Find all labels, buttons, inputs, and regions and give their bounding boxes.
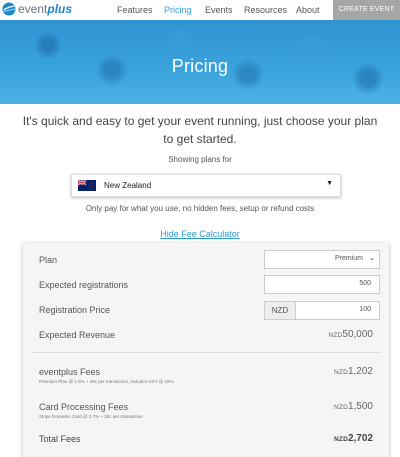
eventplus-logo[interactable]: eventplus	[2, 2, 72, 16]
currency-code: NZD	[334, 369, 348, 376]
top-navbar: eventplus Features Pricing Events Resour…	[0, 0, 400, 20]
globe-logo-icon	[2, 2, 16, 16]
registration-price-label: Registration Price	[39, 305, 111, 315]
divider	[31, 352, 381, 353]
currency-code: NZD	[334, 436, 348, 443]
card-processing-fees-label: Card Processing Fees	[39, 402, 129, 412]
expected-registrations-label: Expected registrations	[39, 280, 129, 290]
logo-plus-text: plus	[47, 2, 73, 16]
create-event-button[interactable]: CREATE EVENT	[333, 0, 400, 20]
nav-events[interactable]: Events	[205, 5, 233, 15]
intro-text: It's quick and easy to get your event ru…	[22, 114, 378, 146]
plan-select-value: Premium	[334, 255, 363, 262]
nav-features[interactable]: Features	[117, 5, 153, 15]
card-processing-fees-note: Stripe Domestic Card @ 2.7% + 30c per tr…	[39, 414, 143, 419]
plan-select[interactable]: Premium ⌄	[264, 250, 380, 269]
nav-pricing[interactable]: Pricing	[164, 5, 192, 15]
nav-about[interactable]: About	[296, 5, 320, 15]
eventplus-fees-label: eventplus Fees	[39, 367, 101, 377]
registration-price-value: 100	[359, 306, 371, 313]
nav-resources[interactable]: Resources	[244, 5, 287, 15]
showing-plans-label: Showing plans for	[168, 155, 232, 164]
expected-registrations-input[interactable]: 500	[264, 275, 380, 294]
card-processing-fees-value: NZD1,500	[334, 401, 373, 412]
currency-addon: NZD	[264, 301, 296, 320]
eventplus-fees-value: NZD1,202	[334, 366, 373, 377]
expected-revenue-value: NZD50,000	[328, 329, 373, 340]
no-hidden-fees-text: Only pay for what you use, no hidden fee…	[85, 204, 315, 213]
expected-registrations-value: 500	[359, 280, 371, 287]
total-fees-label: Total Fees	[39, 434, 81, 444]
logo-event-text: event	[18, 2, 48, 16]
registration-price-input[interactable]: 100	[295, 301, 380, 320]
eventplus-fees-note: Premium Plan @ 1.6% + 49c per transactio…	[39, 379, 174, 384]
plan-label: Plan	[39, 255, 58, 265]
pricing-hero-banner: Pricing	[0, 20, 400, 104]
page-title: Pricing	[171, 56, 229, 76]
fee-calculator-card: Plan Premium ⌄ Expected registrations 50…	[23, 243, 389, 457]
total-fees-value: NZD2,702	[334, 433, 373, 444]
amount: 50,000	[342, 329, 373, 340]
hide-fee-calculator-link[interactable]: Hide Fee Calculator	[0, 229, 400, 239]
dropdown-caret-icon: ▼	[326, 180, 333, 187]
currency-code: NZD	[334, 404, 348, 411]
amount: 1,500	[347, 401, 373, 412]
amount: 2,702	[347, 433, 373, 444]
country-select[interactable]: New Zealand ▼	[71, 174, 341, 197]
amount: 1,202	[347, 366, 373, 377]
expected-revenue-label: Expected Revenue	[39, 330, 116, 340]
country-select-value: New Zealand	[104, 181, 152, 190]
currency-code: NZD	[328, 332, 343, 339]
new-zealand-flag-icon	[78, 180, 96, 191]
chevron-down-icon: ⌄	[369, 255, 375, 262]
